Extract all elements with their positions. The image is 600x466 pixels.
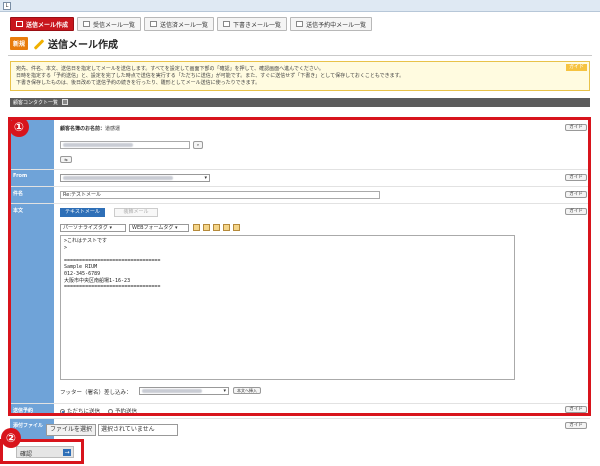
contact-list-label: 顧客コンタクト一覧 [13, 100, 59, 106]
tab-sent[interactable]: 送信済メール一覧 [144, 17, 215, 31]
inbox-icon [83, 21, 91, 27]
page-title: 送信メール作成 [48, 40, 119, 51]
collapse-icon[interactable] [62, 99, 68, 105]
window-titlebar: L [0, 0, 600, 12]
file-status: 選択されていません [98, 424, 178, 436]
notice-line: 日時を指定する「予約送信」と、設定を完了した時点で送信を実行する「ただちに送信」… [16, 73, 405, 79]
notice-line: 下書き保存したものは、後日改めて送信予約の続きを行ったり、雛形としてメール送信に… [16, 80, 261, 86]
header-divider [8, 55, 592, 56]
tab-inbox[interactable]: 受信メール一覧 [77, 17, 142, 31]
attach-row: 添付ファイル ガイド [10, 418, 590, 439]
draft-icon [223, 21, 231, 27]
tab-compose-mail[interactable]: 送信メール作成 [10, 17, 75, 31]
notice-guide-button[interactable]: ガイド [565, 64, 587, 71]
page-header: 新規 送信メール作成 [10, 36, 118, 51]
pencil-icon [32, 38, 44, 50]
mail-tabs: 送信メール作成 受信メール一覧 送信済メール一覧 下書きメール一覧 送信予約中メ… [10, 17, 373, 31]
app-icon: L [3, 2, 11, 10]
tab-scheduled[interactable]: 送信予約中メール一覧 [290, 17, 373, 31]
compose-icon [16, 21, 23, 27]
schedule-icon [296, 21, 304, 27]
annotation-2: ② [1, 428, 21, 448]
choose-file-button[interactable]: ファイルを選択 [46, 424, 97, 436]
contact-list-bar[interactable]: 顧客コンタクト一覧 [10, 98, 590, 107]
sent-icon [150, 21, 158, 27]
guide-button[interactable]: ガイド [565, 422, 587, 429]
annotation-1: ① [9, 117, 29, 137]
tab-drafts[interactable]: 下書きメール一覧 [217, 17, 288, 31]
highlight-box-1 [8, 117, 591, 416]
new-badge: 新規 [10, 37, 29, 50]
notice-line: 宛先、件名、本文、送信日を指定してメールを送信します。すべてを設定して画面下部の… [16, 66, 324, 72]
notice-box: ガイド 宛先、件名、本文、送信日を指定してメールを送信します。すべてを設定して画… [10, 61, 590, 91]
